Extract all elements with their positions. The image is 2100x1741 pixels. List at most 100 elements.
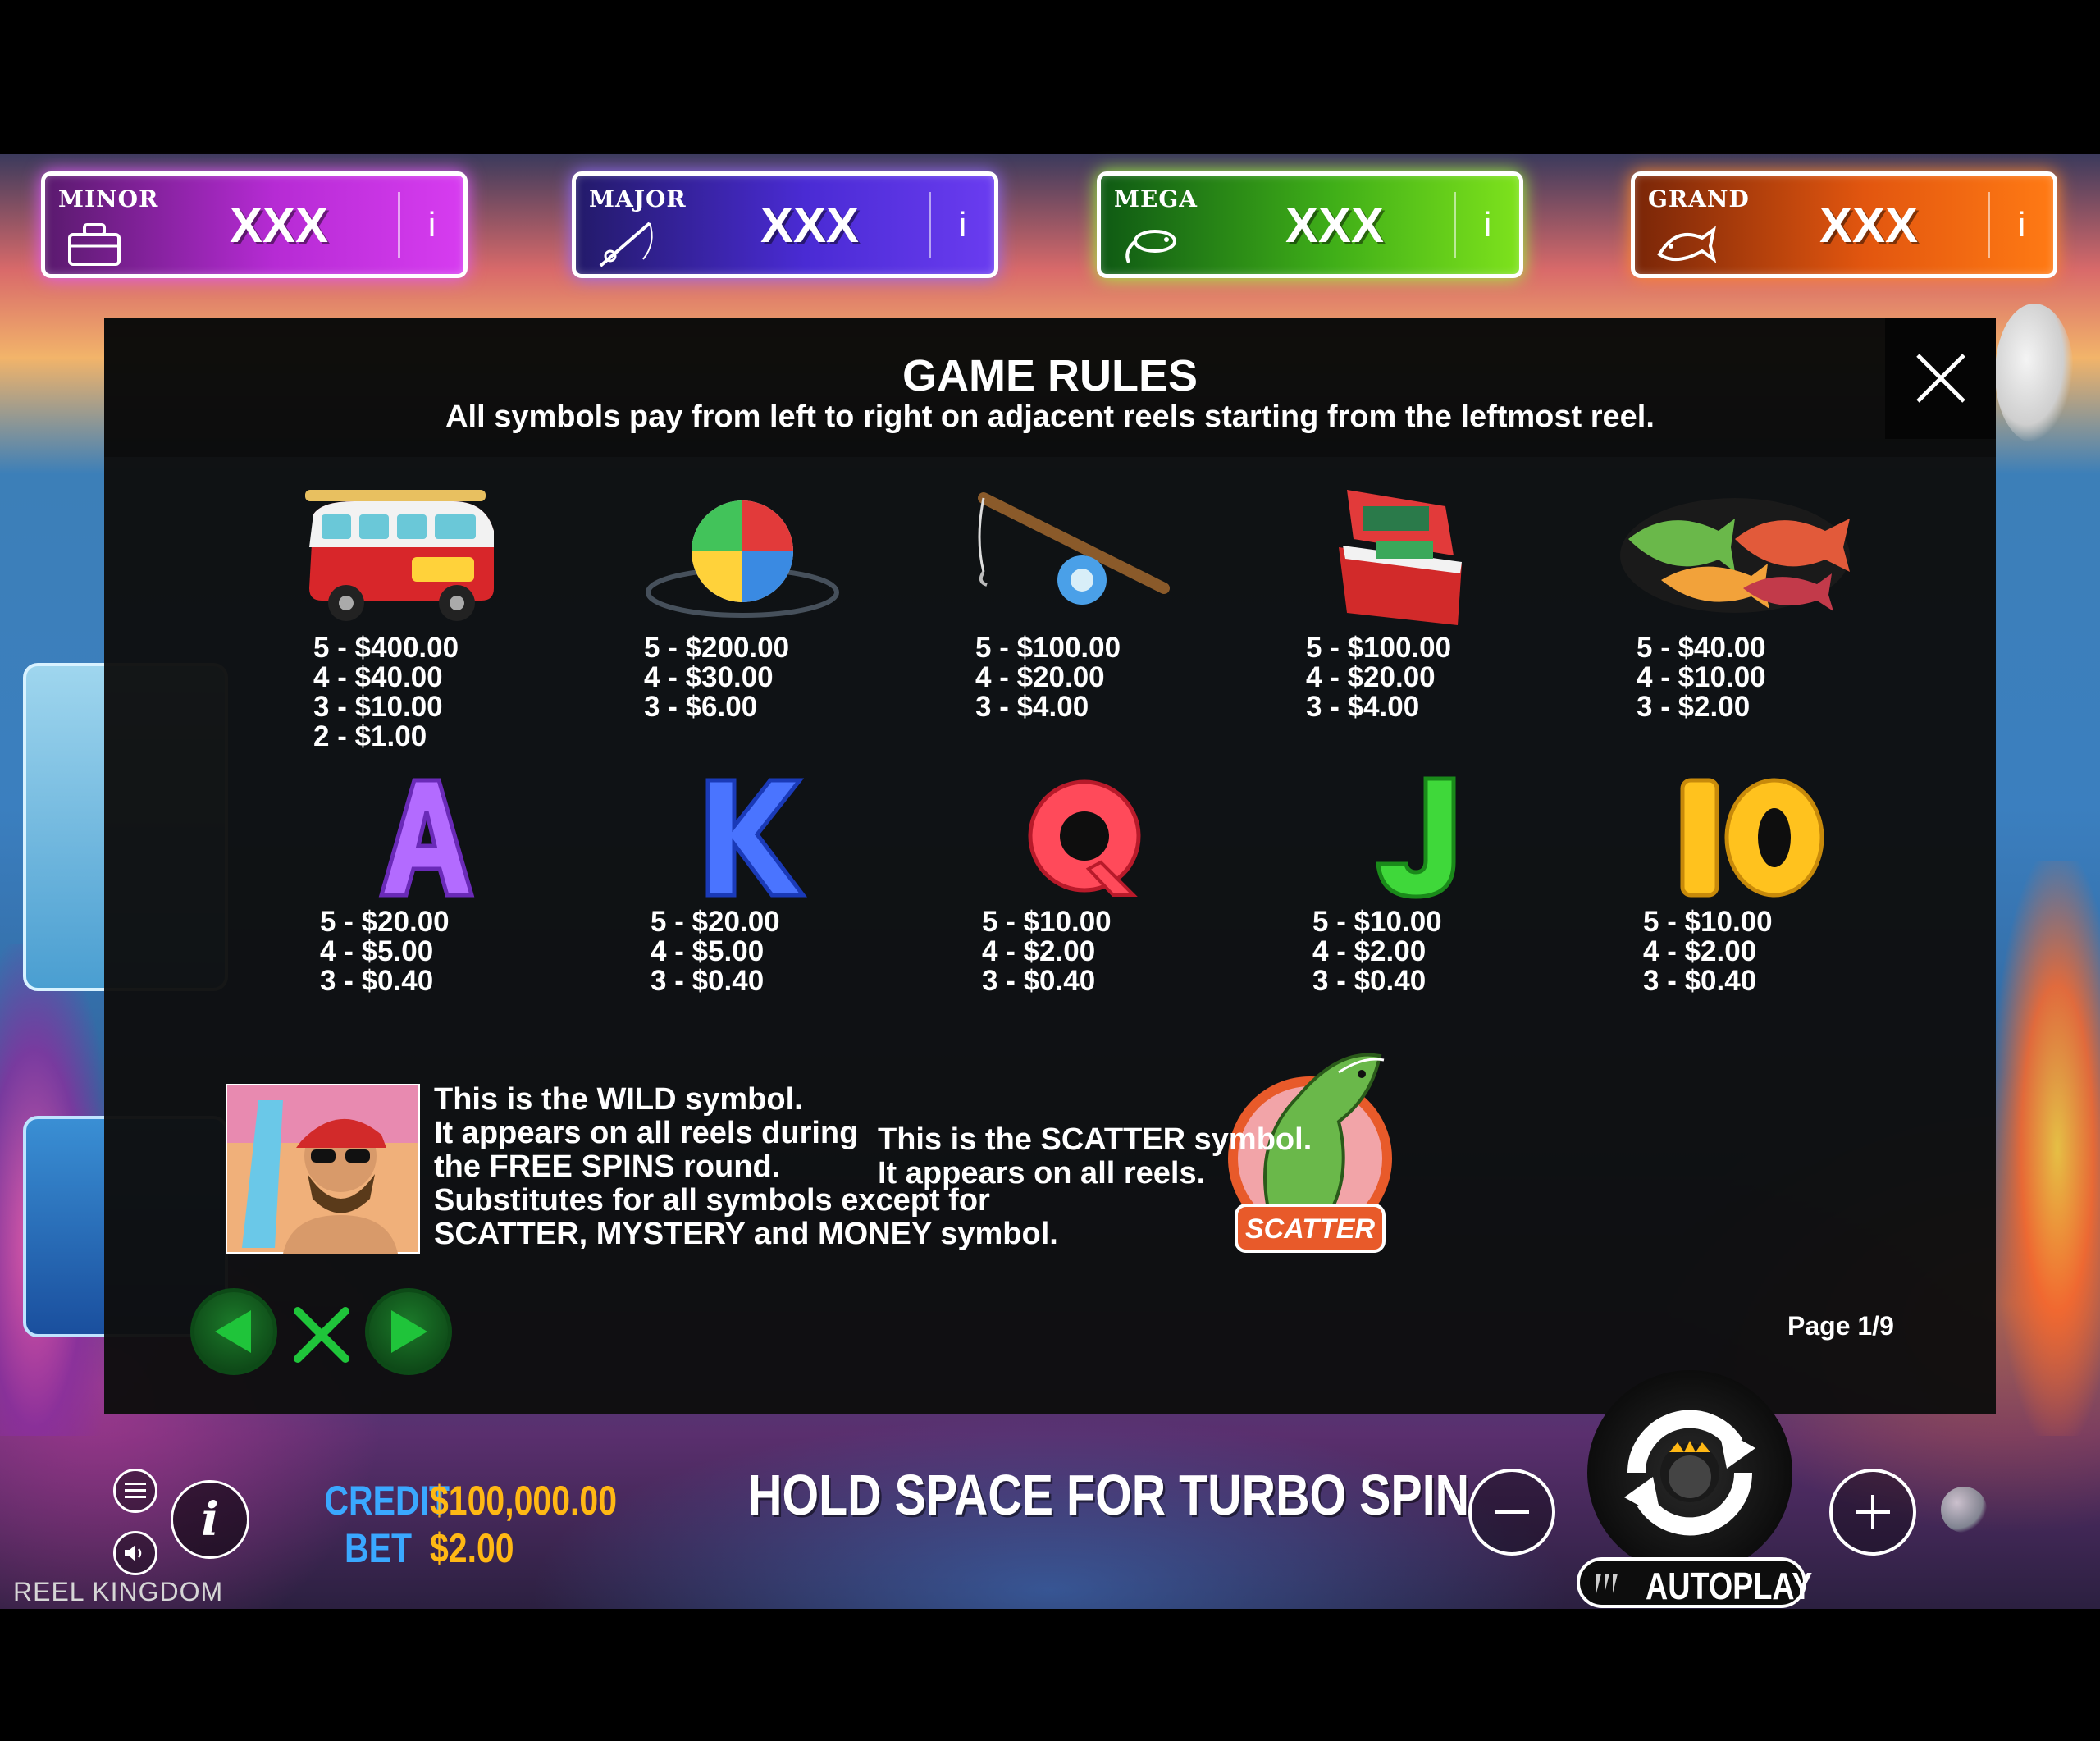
payout-line: 5 - $10.00 xyxy=(982,906,1112,938)
bet-value: $2.00 xyxy=(430,1525,514,1571)
fast-forward-icon xyxy=(1596,1574,1618,1593)
wild-description-line: This is the WILD symbol. xyxy=(434,1082,803,1117)
payout-line: 5 - $10.00 xyxy=(1312,906,1442,938)
scatter-description-line: This is the SCATTER symbol. xyxy=(878,1122,1312,1157)
payout-line: 4 - $5.00 xyxy=(320,935,434,967)
spin-button[interactable] xyxy=(1587,1370,1792,1575)
bet-label: BET xyxy=(345,1525,412,1571)
surf-van-icon xyxy=(305,490,494,621)
spin-arrows-icon xyxy=(1624,1410,1755,1536)
payout-line: 4 - $40.00 xyxy=(313,661,443,693)
number-ten-icon xyxy=(1680,778,1824,898)
payout-line: 3 - $0.40 xyxy=(651,965,765,997)
fish-pile-icon xyxy=(1620,498,1850,613)
jackpot-info-button[interactable]: i xyxy=(1988,192,2053,258)
increase-bet-button[interactable] xyxy=(1829,1469,1916,1556)
payout-line: 4 - $20.00 xyxy=(1306,661,1436,693)
scatter-badge-label: SCATTER xyxy=(1245,1213,1375,1245)
letter-k-icon xyxy=(705,778,808,898)
paytable-values: 5 - $20.00 4 - $5.00 3 - $0.40 xyxy=(651,907,864,996)
modal-subtitle: All symbols pay from left to right on ad… xyxy=(445,400,1655,434)
close-rules-icon[interactable] xyxy=(293,1306,350,1364)
previous-page-button[interactable] xyxy=(190,1288,277,1375)
hamburger-menu-icon xyxy=(125,1483,146,1498)
jackpot-name: GRAND xyxy=(1648,185,1750,212)
jackpot-major: MAJOR XXX i xyxy=(572,171,998,278)
plus-icon xyxy=(1856,1495,1890,1529)
speaker-icon xyxy=(125,1545,142,1561)
turbo-spin-hint: HOLD SPACE FOR TURBO SPIN xyxy=(748,1463,1470,1527)
wild-fisherman-icon xyxy=(226,1084,420,1254)
close-button[interactable] xyxy=(1885,318,1996,439)
jackpot-name: MAJOR xyxy=(589,185,687,212)
paytable-values: 5 - $40.00 4 - $10.00 3 - $2.00 xyxy=(1637,633,1850,722)
paytable-values: 5 - $100.00 4 - $20.00 3 - $4.00 xyxy=(1306,633,1519,722)
payout-line: 5 - $20.00 xyxy=(651,906,780,938)
payout-line: 5 - $20.00 xyxy=(320,906,450,938)
sound-button[interactable] xyxy=(113,1531,158,1575)
paytable-values: 5 - $100.00 4 - $20.00 3 - $4.00 xyxy=(975,633,1189,722)
payout-line: 5 - $100.00 xyxy=(975,632,1121,664)
coral-decoration-right xyxy=(1993,861,2100,1436)
payout-line: 3 - $10.00 xyxy=(313,691,443,723)
paytable-values: 5 - $10.00 4 - $2.00 3 - $0.40 xyxy=(1312,907,1526,996)
payout-line: 5 - $200.00 xyxy=(644,632,790,664)
jackpot-info-button[interactable]: i xyxy=(929,192,994,258)
payout-line: 4 - $2.00 xyxy=(1643,935,1757,967)
payout-line: 3 - $0.40 xyxy=(982,965,1096,997)
next-page-button[interactable] xyxy=(365,1288,452,1375)
paytable-values: 5 - $10.00 4 - $2.00 3 - $0.40 xyxy=(1643,907,1856,996)
payout-line: 5 - $100.00 xyxy=(1306,632,1452,664)
tackle-box-icon xyxy=(68,223,121,266)
arrow-right-icon xyxy=(391,1310,427,1353)
paytable-values: 5 - $10.00 4 - $2.00 3 - $0.40 xyxy=(982,907,1195,996)
decrease-bet-button[interactable] xyxy=(1468,1469,1555,1556)
payout-line: 4 - $2.00 xyxy=(1312,935,1427,967)
letter-q-icon xyxy=(1028,779,1141,897)
minus-icon xyxy=(1495,1510,1529,1514)
jackpot-value: XXX xyxy=(1819,197,1919,253)
payout-line: 4 - $10.00 xyxy=(1637,661,1766,693)
payout-line: 4 - $30.00 xyxy=(644,661,774,693)
page-indicator: Page 1/9 xyxy=(1787,1311,1894,1341)
menu-button[interactable] xyxy=(113,1469,158,1513)
seagull-decoration xyxy=(1995,304,2074,443)
game-rules-modal: GAME RULES All symbols pay from left to … xyxy=(104,318,1996,1414)
scatter-description-line: It appears on all reels. xyxy=(878,1156,1206,1190)
jackpot-mega: MEGA XXX i xyxy=(1097,171,1523,278)
paytable-values: 5 - $400.00 4 - $40.00 3 - $10.00 2 - $1… xyxy=(313,633,527,752)
jackpot-info-button[interactable]: i xyxy=(1454,192,1519,258)
credit-label: CREDIT xyxy=(324,1478,450,1524)
payout-line: 4 - $20.00 xyxy=(975,661,1105,693)
jackpot-value: XXX xyxy=(760,197,860,253)
paytable-values: 5 - $20.00 4 - $5.00 3 - $0.40 xyxy=(320,907,533,996)
payout-line: 3 - $0.40 xyxy=(1312,965,1427,997)
fishing-rod-icon xyxy=(978,492,1170,605)
letter-a-icon xyxy=(378,778,475,898)
payout-line: 3 - $6.00 xyxy=(644,691,758,723)
payout-line: 4 - $5.00 xyxy=(651,935,765,967)
paytable-values: 5 - $200.00 4 - $30.00 3 - $6.00 xyxy=(644,633,857,722)
payout-line: 3 - $4.00 xyxy=(975,691,1089,723)
tackle-box-icon xyxy=(1339,490,1462,625)
info-button[interactable]: i xyxy=(171,1480,249,1559)
arrow-left-icon xyxy=(215,1310,251,1353)
close-icon xyxy=(1915,354,1965,403)
jackpot-name: MINOR xyxy=(58,185,159,212)
payout-line: 3 - $4.00 xyxy=(1306,691,1420,723)
payout-line: 4 - $2.00 xyxy=(982,935,1096,967)
payout-line: 3 - $0.40 xyxy=(320,965,434,997)
payout-line: 3 - $2.00 xyxy=(1637,691,1751,723)
fishing-lure-icon xyxy=(1125,230,1176,263)
payout-line: 5 - $400.00 xyxy=(313,632,459,664)
bubble-decoration xyxy=(1941,1487,1987,1533)
payout-line: 2 - $1.00 xyxy=(313,720,427,752)
scatter-description: This is the SCATTER symbol. It appears o… xyxy=(878,1123,1312,1190)
jackpot-info-button[interactable]: i xyxy=(398,192,463,258)
autoplay-button[interactable]: AUTOPLAY xyxy=(1577,1557,1812,1608)
payout-line: 5 - $10.00 xyxy=(1643,906,1773,938)
jackpot-value: XXX xyxy=(229,197,329,253)
credit-value: $100,000.00 xyxy=(430,1478,618,1524)
modal-title: GAME RULES xyxy=(902,351,1198,400)
wild-description-line: SCATTER, MYSTERY and MONEY symbol. xyxy=(434,1217,1058,1251)
